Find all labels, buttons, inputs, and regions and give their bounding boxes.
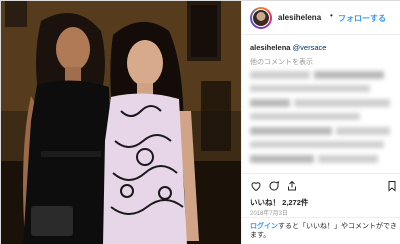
login-link[interactable]: ログイン [250,223,278,230]
bookmark-icon[interactable] [386,180,398,192]
login-text: ログインすると「いいね！」やコメントができます。 [250,222,398,240]
caption-mention[interactable]: @versace [293,43,327,52]
post-photo[interactable] [1,1,241,244]
instagram-embed: alesihelena • フォローする alesihelena @versac… [0,0,400,244]
view-more-comments-link[interactable]: 他のコメントを表示 [250,57,313,67]
likes-number: 2,272件 [282,198,309,207]
post-sidebar: alesihelena • フォローする alesihelena @versac… [241,1,400,244]
likes-prefix: いいね！ [250,198,280,207]
heart-icon[interactable] [250,180,262,192]
separator-dot: • [330,11,333,20]
action-bar [242,173,400,195]
photo-scene [1,1,241,244]
likes-count[interactable]: いいね！ 2,272件 [250,197,308,208]
avatar[interactable] [252,9,270,27]
post-date[interactable]: 2018年7月3日 [250,208,288,217]
caption-username[interactable]: alesihelena [250,43,290,52]
comment-icon[interactable] [268,180,280,192]
post-header: alesihelena • フォローする [242,1,400,35]
share-icon[interactable] [286,180,298,192]
username-link[interactable]: alesihelena [278,13,321,22]
login-prompt: ログインすると「いいね！」やコメントができます。 [242,217,400,244]
caption: alesihelena @versace [250,43,326,52]
follow-button[interactable]: フォローする [338,13,386,24]
story-ring[interactable] [250,7,272,29]
